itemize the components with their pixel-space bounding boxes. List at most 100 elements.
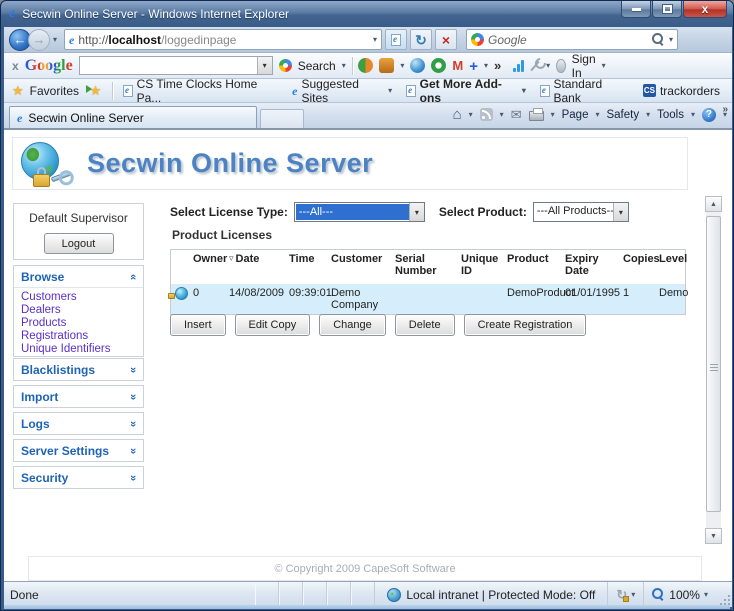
column-header-expiry-date[interactable]: Expiry Date [563,250,621,284]
sidebar-item-unique-identifiers[interactable]: Unique Identifiers [21,343,143,356]
chevron-down-icon[interactable]: ▾ [500,110,504,119]
help-icon[interactable]: ? [702,108,716,122]
add-gadget-icon[interactable]: + [469,58,478,73]
logout-button[interactable]: Logout [44,233,114,254]
minimize-button[interactable] [621,1,651,18]
compatibility-view-button[interactable] [385,29,407,50]
scroll-up-arrow[interactable]: ▲ [705,196,722,212]
column-header-time[interactable]: Time [287,250,329,284]
product-select[interactable]: ---All Products--- ▾ [533,202,629,222]
insert-button[interactable]: Insert [170,314,226,336]
sidebar-section-server-settings[interactable]: Server Settings» [13,439,144,462]
toolbar-close-icon[interactable]: x [12,59,19,73]
address-dropdown-icon[interactable]: ▾ [373,35,377,44]
expand-chevron-icon[interactable]: » [127,366,139,372]
sidebar-item-products[interactable]: Products [21,317,143,330]
edit-copy-button[interactable]: Edit Copy [235,314,311,336]
create-registration-button[interactable]: Create Registration [464,314,587,336]
forward-button[interactable]: → [28,29,50,51]
share-icon[interactable] [358,58,373,73]
chevron-down-icon[interactable]: ▾ [613,203,628,221]
scroll-down-arrow[interactable]: ▼ [705,528,722,544]
resize-grip[interactable] [718,593,730,605]
earth-icon[interactable] [410,58,425,73]
column-header-serial-number[interactable]: Serial Number [393,250,459,284]
chevron-down-icon[interactable]: ▾ [691,110,695,119]
chevron-down-icon[interactable]: ▾ [602,61,606,70]
expand-chevron-icon[interactable]: » [127,393,139,399]
smartscreen-button[interactable]: ↻ ▾ [608,582,644,607]
add-favorite-button[interactable]: ★ [85,82,106,100]
toolbar-search-input[interactable] [80,57,257,74]
zoom-control[interactable]: 100% ▾ [644,582,718,607]
vertical-scrollbar[interactable]: ▲ ▼ [705,196,722,544]
chevron-down-icon[interactable]: ▾ [646,110,650,119]
sidewiki-icon[interactable] [431,58,446,73]
sidebar-item-dealers[interactable]: Dealers [21,304,143,317]
search-dropdown-icon[interactable]: ▾ [669,35,673,44]
overflow-chevron-icon[interactable]: » [494,58,501,73]
tools-menu[interactable]: Tools [657,109,684,121]
connection-icon[interactable] [513,60,524,72]
close-button[interactable]: x [683,1,727,18]
history-dropdown-icon[interactable]: ▾ [53,35,57,44]
collapse-chevron-icon[interactable]: « [127,273,139,279]
rss-feed-icon[interactable] [480,108,493,121]
delete-button[interactable]: Delete [395,314,455,336]
print-icon[interactable] [529,111,544,121]
expand-chevron-icon[interactable]: » [127,447,139,453]
favorite-item[interactable]: CS Time Clocks Home Pa... [119,75,282,107]
mail-icon[interactable]: ✉ [511,107,522,123]
chevron-down-icon[interactable]: ▾ [551,110,555,119]
search-input[interactable] [488,33,648,47]
column-header-date[interactable]: ▿Date [227,250,287,284]
chevron-down-icon[interactable]: ▾ [409,203,424,221]
sidebar-section-security[interactable]: Security» [13,466,144,489]
refresh-button[interactable]: ↻ [410,29,432,50]
change-button[interactable]: Change [319,314,386,336]
favorite-item[interactable]: CS trackorders [639,82,724,100]
chevron-down-icon[interactable]: ▾ [257,57,272,74]
favorite-item[interactable]: Standard Bank [536,75,633,107]
sidebar-section-browse[interactable]: Browse « [14,266,143,288]
bookmarks-icon[interactable] [379,58,394,73]
security-zone[interactable]: Local intranet | Protected Mode: Off [375,582,608,607]
favorite-item[interactable]: e Suggested Sites ▾ [288,75,396,107]
toolbar-search-button[interactable]: Search [298,59,336,73]
scrollbar-thumb[interactable] [706,216,721,512]
column-header-customer[interactable]: Customer [329,250,393,284]
table-row[interactable]: 0 14/08/2009 09:39:01 Demo Company DemoP… [171,284,685,314]
expand-chevron-icon[interactable]: » [127,474,139,480]
chevron-down-icon[interactable]: ▾ [595,110,599,119]
settings-wrench-icon[interactable] [531,60,540,70]
column-header-unique-id[interactable]: Unique ID [459,250,505,284]
column-header-owner[interactable]: Owner [191,250,227,284]
page-menu[interactable]: Page [562,109,589,121]
chevron-down-icon[interactable]: ▾ [546,61,550,70]
column-header-copies[interactable]: Copies [621,250,657,284]
toolbar-search-field[interactable]: ▾ [79,56,273,75]
address-field[interactable]: e http://localhost/loggedinpage ▾ [64,29,382,50]
chevron-down-icon[interactable]: ▾ [484,61,488,70]
column-header-product[interactable]: Product [505,250,563,284]
sidebar-item-customers[interactable]: Customers [21,291,143,304]
column-header-level[interactable]: Level [657,250,687,284]
maximize-button[interactable] [652,1,682,18]
home-icon[interactable]: ⌂ [453,108,462,122]
safety-menu[interactable]: Safety [606,109,639,121]
search-box[interactable]: ▾ [466,29,678,50]
chevron-down-icon[interactable]: ▾ [342,61,346,70]
overflow-chevron-icon[interactable]: » [722,104,728,115]
gmail-icon[interactable]: M [452,58,463,73]
tab-secwin-online-server[interactable]: e Secwin Online Server [9,106,257,128]
sidebar-section-blacklistings[interactable]: Blacklistings» [13,358,144,381]
scrollbar-track[interactable] [706,212,721,528]
favorite-item[interactable]: Get More Add-ons ▾ [402,75,530,107]
license-type-select[interactable]: ---All--- ▾ [294,202,425,222]
sidebar-section-logs[interactable]: Logs» [13,412,144,435]
chevron-down-icon[interactable]: ▾ [400,61,404,70]
sidebar-item-registrations[interactable]: Registrations [21,330,143,343]
search-icon[interactable] [652,33,665,46]
stop-button[interactable]: × [435,29,457,50]
new-tab-button[interactable] [260,109,304,128]
